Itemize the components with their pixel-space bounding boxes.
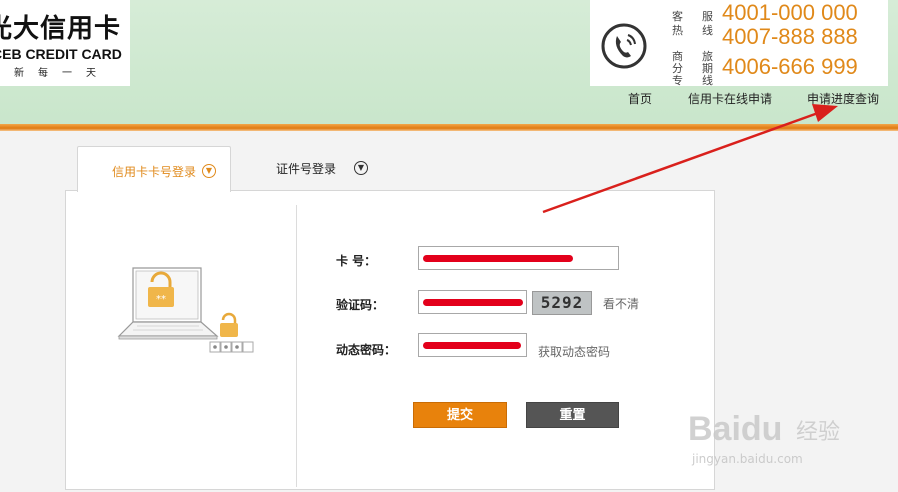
dynamic-password-input[interactable] — [418, 333, 527, 357]
laptop-lock-illustration: ** — [117, 267, 254, 353]
reset-button[interactable]: 重置 — [526, 402, 619, 428]
captcha-refresh-link[interactable]: 看不清 — [603, 295, 639, 312]
redaction-mark — [423, 299, 523, 306]
tab-card-login-label: 信用卡卡号登录 — [112, 165, 197, 179]
captcha-input[interactable] — [418, 290, 527, 314]
hotline-label: 客 — [672, 10, 683, 23]
captcha-label: 验证码： — [336, 298, 385, 312]
logo-en: CEB CREDIT CARD — [0, 46, 122, 62]
nav-home[interactable]: 首页 — [628, 90, 652, 107]
tab-id-login-label: 证件号登录 — [276, 162, 337, 176]
logo-cn: 光大信用卡 — [0, 14, 122, 44]
chevron-down-icon: ▼ — [202, 164, 216, 178]
get-dynamic-password-link[interactable]: 获取动态密码 — [538, 343, 610, 360]
logo-slogan: 新每一天 — [14, 68, 110, 79]
hotline-label: 线 — [702, 24, 713, 37]
watermark-url: jingyan.baidu.com — [692, 452, 803, 466]
header: 光大信用卡 CEB CREDIT CARD 新每一天 客 服 热 线 商 旅 — [0, 0, 898, 126]
chevron-down-icon: ▼ — [354, 161, 368, 175]
hotline-number: 4006-666 999 — [722, 54, 858, 79]
panel-divider — [296, 205, 297, 487]
card-number-label: 卡 号： — [336, 254, 377, 268]
tab-card-login[interactable]: 信用卡卡号登录 ▼ — [77, 146, 231, 192]
card-number-input[interactable] — [418, 246, 619, 270]
submit-button[interactable]: 提交 — [413, 402, 507, 428]
hotline-number: 4001-000 000 — [722, 0, 858, 25]
nav-progress-query[interactable]: 申请进度查询 — [807, 90, 879, 107]
hotline-label: 热 — [672, 24, 683, 37]
redaction-mark — [423, 255, 573, 262]
watermark: Baidu 经验 jingyan.baidu.com — [688, 400, 888, 480]
dynamic-password-label: 动态密码： — [336, 343, 397, 357]
captcha-image[interactable]: 5292 — [532, 291, 592, 315]
nav-apply-online[interactable]: 信用卡在线申请 — [688, 90, 772, 107]
header-divider — [0, 124, 898, 131]
hotline-box: 客 服 热 线 商 旅 分 期 专 线 4001-000 000 4007-88… — [590, 0, 888, 87]
watermark-cn: 经验 — [796, 420, 841, 445]
svg-text:**: ** — [156, 294, 166, 305]
phone-icon — [601, 23, 647, 69]
hotline-label: 专 — [672, 74, 683, 87]
tab-id-login[interactable]: 证件号登录 ▼ — [262, 150, 382, 190]
hotline-label: 线 — [702, 74, 713, 87]
watermark-logo: Baidu — [688, 410, 783, 448]
logo[interactable]: 光大信用卡 CEB CREDIT CARD 新每一天 — [0, 0, 130, 86]
hotline-label: 服 — [702, 10, 713, 23]
redaction-mark — [423, 342, 521, 349]
hotline-number: 4007-888 888 — [722, 24, 858, 49]
